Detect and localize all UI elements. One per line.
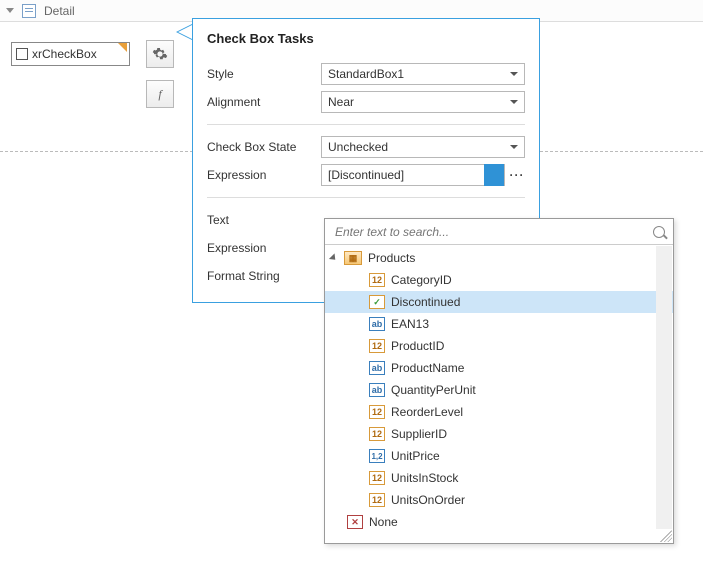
field-label: EAN13: [391, 317, 429, 331]
binding-flag-icon: [118, 43, 127, 52]
tree-field-productname[interactable]: ab ProductName: [325, 357, 673, 379]
field-type-icon: ab: [369, 361, 385, 375]
popup-pointer: [176, 24, 192, 40]
resize-grip[interactable]: [660, 530, 672, 542]
text-label: Text: [207, 213, 321, 227]
expression2-label: Expression: [207, 241, 321, 255]
chevron-down-icon: [510, 100, 518, 104]
field-label: ReorderLevel: [391, 405, 463, 419]
collapse-icon: [6, 8, 14, 13]
alignment-combo[interactable]: Near: [321, 91, 525, 113]
field-label: UnitPrice: [391, 449, 440, 463]
field-search-box[interactable]: [325, 219, 673, 245]
expression-dropdown-button[interactable]: [484, 164, 504, 186]
checkstate-label: Check Box State: [207, 140, 321, 154]
field-label: ProductName: [391, 361, 464, 375]
search-icon: [653, 226, 665, 238]
tree-field-ean13[interactable]: ab EAN13: [325, 313, 673, 335]
detail-label: Detail: [44, 4, 75, 18]
field-label: SupplierID: [391, 427, 447, 441]
field-label: ProductID: [391, 339, 444, 353]
alignment-label: Alignment: [207, 95, 321, 109]
tree-field-categoryid[interactable]: 12 CategoryID: [325, 269, 673, 291]
expression-button[interactable]: f: [146, 80, 174, 108]
expression-value: [Discontinued]: [322, 168, 484, 182]
field-label: QuantityPerUnit: [391, 383, 476, 397]
field-label: UnitsInStock: [391, 471, 458, 485]
field-type-icon: 12: [369, 471, 385, 485]
tree-field-unitsinstock[interactable]: 12 UnitsInStock: [325, 467, 673, 489]
root-label: Products: [368, 251, 415, 265]
field-label: Discontinued: [391, 295, 460, 309]
xrcheckbox-control[interactable]: xrCheckBox: [11, 42, 130, 66]
gear-icon: [152, 46, 168, 62]
none-icon: ✕: [347, 515, 363, 529]
tree-field-quantityperunit[interactable]: ab QuantityPerUnit: [325, 379, 673, 401]
field-type-icon: ab: [369, 383, 385, 397]
field-type-icon: 12: [369, 405, 385, 419]
expression-label: Expression: [207, 168, 321, 182]
separator: [207, 124, 525, 125]
field-type-icon: 12: [369, 339, 385, 353]
separator: [207, 197, 525, 198]
style-label: Style: [207, 67, 321, 81]
tree-field-unitprice[interactable]: 1,2 UnitPrice: [325, 445, 673, 467]
alignment-value: Near: [328, 95, 354, 109]
checkbox-glyph: [16, 48, 28, 60]
scrollbar[interactable]: [656, 246, 672, 529]
field-picker-dropdown: ▦ Products 12 CategoryID ✓ Discontinued ab EA…: [324, 218, 674, 544]
expression-combo[interactable]: [Discontinued]: [321, 164, 505, 186]
control-text: xrCheckBox: [32, 47, 97, 61]
band-icon: [22, 4, 36, 18]
tree-field-supplierid[interactable]: 12 SupplierID: [325, 423, 673, 445]
tree-field-unitsonorder[interactable]: 12 UnitsOnOrder: [325, 489, 673, 511]
popup-title: Check Box Tasks: [207, 31, 525, 46]
field-type-icon: 12: [369, 273, 385, 287]
field-type-icon: 1,2: [369, 449, 385, 463]
style-combo[interactable]: StandardBox1: [321, 63, 525, 85]
formatstring-label: Format String: [207, 269, 321, 283]
chevron-down-icon: [510, 145, 518, 149]
style-value: StandardBox1: [328, 67, 404, 81]
none-label: None: [369, 515, 398, 529]
field-label: CategoryID: [391, 273, 452, 287]
table-icon: ▦: [344, 251, 362, 265]
tree-field-productid[interactable]: 12 ProductID: [325, 335, 673, 357]
field-type-icon: ✓: [369, 295, 385, 309]
field-type-icon: ab: [369, 317, 385, 331]
tree-root-products[interactable]: ▦ Products: [325, 247, 673, 269]
field-tree[interactable]: ▦ Products 12 CategoryID ✓ Discontinued ab EA…: [325, 245, 673, 543]
smart-tag-button[interactable]: [146, 40, 174, 68]
field-type-icon: 12: [369, 493, 385, 507]
tree-field-discontinued[interactable]: ✓ Discontinued: [325, 291, 673, 313]
field-type-icon: 12: [369, 427, 385, 441]
checkstate-value: Unchecked: [328, 140, 388, 154]
field-label: UnitsOnOrder: [391, 493, 465, 507]
fx-icon: f: [158, 87, 161, 102]
expression-editor-button[interactable]: ···: [509, 168, 525, 182]
tree-field-reorderlevel[interactable]: 12 ReorderLevel: [325, 401, 673, 423]
chevron-down-icon: [510, 72, 518, 76]
tree-none-option[interactable]: ✕ None: [325, 511, 673, 533]
checkstate-combo[interactable]: Unchecked: [321, 136, 525, 158]
expand-icon[interactable]: [329, 253, 338, 262]
field-search-input[interactable]: [333, 224, 653, 240]
